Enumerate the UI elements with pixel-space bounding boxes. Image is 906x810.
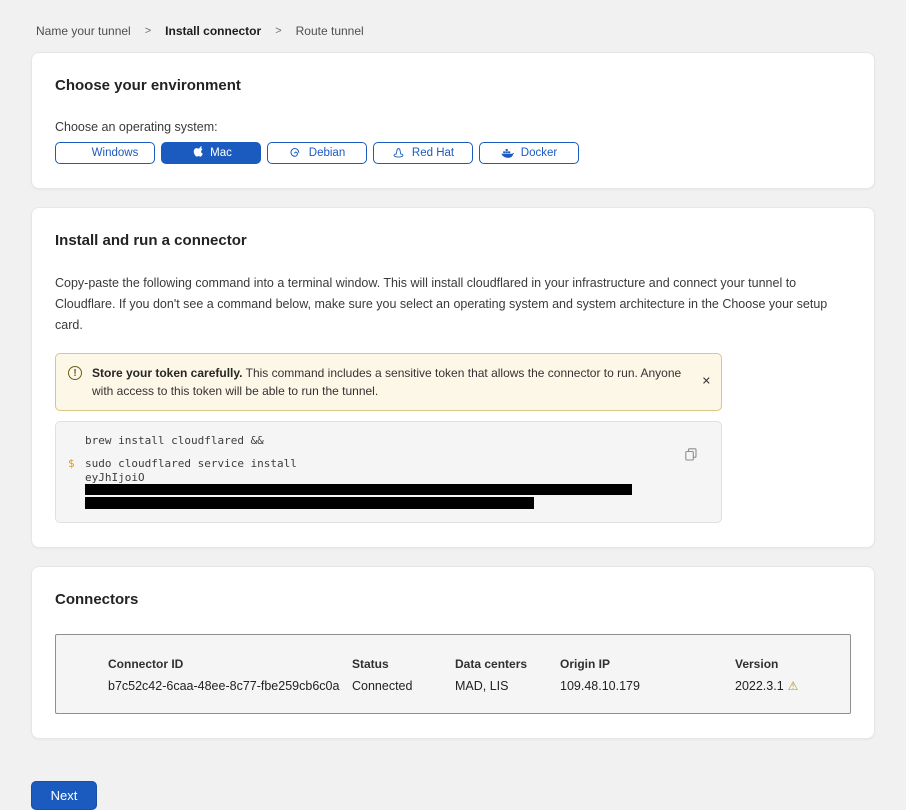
header-status: Status	[352, 657, 455, 671]
os-select-label: Choose an operating system:	[55, 120, 851, 134]
breadcrumb-name-your-tunnel[interactable]: Name your tunnel	[36, 24, 131, 38]
cell-data-centers: MAD, LIS	[455, 679, 560, 693]
breadcrumb-install-connector[interactable]: Install connector	[165, 24, 261, 38]
os-button-mac[interactable]: Mac	[161, 142, 261, 164]
redacted-token-bar	[85, 484, 632, 495]
connectors-table-header: Connector ID Status Data centers Origin …	[108, 657, 840, 671]
connectors-table: Connector ID Status Data centers Origin …	[55, 634, 851, 714]
debian-logo-icon	[289, 147, 302, 160]
os-button-group: Windows Mac Debian	[55, 142, 851, 164]
version-value: 2022.3.1	[735, 679, 784, 693]
token-warning-text: Store your token carefully. This command…	[92, 364, 687, 400]
redacted-token-bar	[85, 497, 534, 509]
table-row: b7c52c42-6caa-48ee-8c77-fbe259cb6c0a Con…	[108, 671, 840, 693]
warning-triangle-icon: ⚠	[788, 679, 799, 693]
header-origin-ip: Origin IP	[560, 657, 735, 671]
token-prefix: eyJhIjoiO	[85, 471, 145, 484]
os-button-windows[interactable]: Windows	[55, 142, 155, 164]
os-button-debian[interactable]: Debian	[267, 142, 367, 164]
page: Name your tunnel > Install connector > R…	[0, 0, 906, 810]
shell-prompt: $	[68, 457, 76, 510]
windows-logo-icon	[72, 147, 85, 160]
cell-version: 2022.3.1 ⚠	[735, 679, 840, 693]
os-button-label: Windows	[92, 147, 139, 159]
install-card-description: Copy-paste the following command into a …	[55, 273, 851, 336]
connectors-card: Connectors Connector ID Status Data cent…	[31, 566, 875, 739]
os-button-redhat[interactable]: Red Hat	[373, 142, 473, 164]
os-button-label: Debian	[309, 147, 345, 159]
install-card-title: Install and run a connector	[55, 232, 851, 249]
close-icon[interactable]: ✕	[702, 377, 711, 388]
header-version: Version	[735, 657, 840, 671]
header-data-centers: Data centers	[455, 657, 560, 671]
breadcrumb-separator: >	[145, 25, 151, 37]
code-line-token-2	[85, 497, 677, 510]
connectors-card-title: Connectors	[55, 591, 851, 608]
os-button-label: Red Hat	[412, 147, 454, 159]
apple-logo-icon	[190, 147, 203, 160]
token-warning-banner: ! Store your token carefully. This comma…	[55, 353, 722, 411]
breadcrumb-separator: >	[275, 25, 281, 37]
alert-circle-icon: !	[68, 366, 82, 380]
cell-status: Connected	[352, 679, 455, 693]
os-button-label: Mac	[210, 147, 232, 159]
code-line-brew: brew install cloudflared &&	[85, 434, 677, 447]
install-command-code-block: brew install cloudflared && $ sudo cloud…	[55, 421, 722, 523]
environment-card: Choose your environment Choose an operat…	[31, 52, 875, 189]
breadcrumb: Name your tunnel > Install connector > R…	[31, 0, 875, 52]
install-card: Install and run a connector Copy-paste t…	[31, 207, 875, 548]
os-button-label: Docker	[521, 147, 557, 159]
cell-origin-ip: 109.48.10.179	[560, 679, 735, 693]
next-button[interactable]: Next	[31, 781, 97, 810]
os-button-docker[interactable]: Docker	[479, 142, 579, 164]
code-line-sudo: sudo cloudflared service install	[85, 457, 677, 471]
header-connector-id: Connector ID	[108, 657, 352, 671]
redhat-logo-icon	[392, 147, 405, 160]
breadcrumb-route-tunnel[interactable]: Route tunnel	[296, 24, 364, 38]
code-line-token: eyJhIjoiO	[85, 472, 677, 497]
copy-icon[interactable]	[685, 448, 697, 461]
token-warning-title: Store your token carefully.	[92, 366, 243, 380]
environment-card-title: Choose your environment	[55, 77, 851, 94]
docker-logo-icon	[501, 147, 514, 160]
cell-connector-id: b7c52c42-6caa-48ee-8c77-fbe259cb6c0a	[108, 679, 352, 693]
